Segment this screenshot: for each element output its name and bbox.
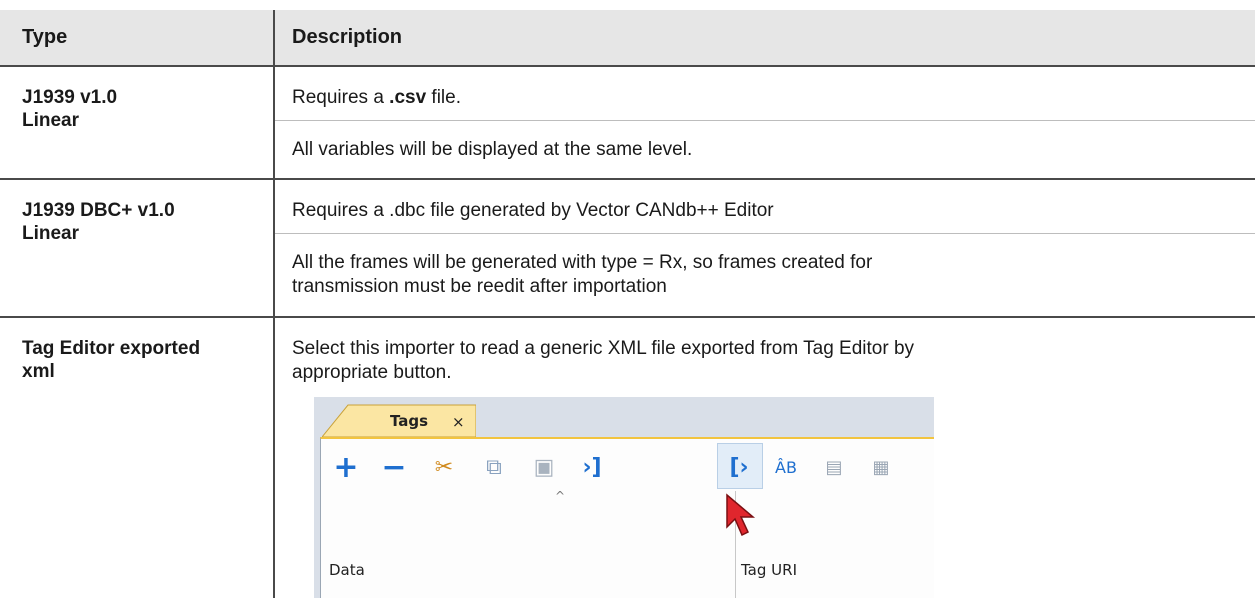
table-row-description: Requires a .dbc file generated by Vector… — [292, 200, 774, 221]
cut-icon[interactable]: ✂ — [429, 453, 459, 483]
header-type: Type — [22, 26, 68, 48]
table-row-description: All the frames will be generated with ty… — [292, 252, 873, 297]
header-description: Description — [292, 26, 403, 48]
table-row-description: Requires a .csv file. — [292, 86, 932, 110]
desc-text: file. — [426, 87, 462, 108]
cell-separator — [275, 233, 1255, 234]
copy-icon[interactable]: ⧉ — [479, 453, 509, 483]
tag-editor-screenshot: Tags × + − ✂ ⧉ ▣ ›] [› ÂB ▤ ▦ ^ Data Tag… — [314, 397, 934, 598]
export-icon[interactable]: [› — [724, 453, 754, 483]
row-divider — [0, 316, 1255, 318]
table-row-type: J1939 DBC+ v1.0 Linear — [22, 199, 175, 245]
type-line: Linear — [22, 223, 80, 244]
table-header: Type Description — [0, 10, 1255, 65]
type-line: J1939 DBC+ v1.0 — [22, 200, 175, 221]
desc-bold: .csv — [389, 87, 427, 108]
rename-icon[interactable]: ÂB — [771, 453, 801, 483]
tab-tags[interactable]: Tags × — [322, 403, 476, 437]
type-line: J1939 v1.0 — [22, 87, 118, 108]
tag-editor-panel: + − ✂ ⧉ ▣ ›] [› ÂB ▤ ▦ ^ Data Tag URI — [320, 437, 934, 598]
minus-icon[interactable]: − — [379, 453, 409, 483]
desc-text: Requires a — [292, 87, 390, 108]
row-divider — [0, 65, 1255, 67]
close-icon[interactable]: × — [452, 413, 465, 431]
column-header-data[interactable]: Data — [329, 561, 365, 579]
table-row-description: All variables will be displayed at the s… — [292, 139, 693, 160]
column-divider — [273, 10, 275, 598]
import-icon[interactable]: ›] — [577, 453, 607, 483]
cell-separator — [275, 120, 1255, 121]
sort-indicator-icon: ^ — [555, 489, 566, 503]
mouse-cursor-icon — [726, 493, 756, 537]
type-line: Linear — [22, 110, 80, 131]
table-row-description: Select this importer to read a generic X… — [292, 338, 915, 383]
type-line: xml — [22, 361, 55, 382]
row-divider — [0, 178, 1255, 180]
column-header-tag-uri[interactable]: Tag URI — [741, 561, 797, 579]
importer-table: Type Description J1939 v1.0 Linear Requi… — [0, 0, 1255, 598]
paste-icon[interactable]: ▣ — [529, 453, 559, 483]
table-row-type: J1939 v1.0 Linear — [22, 86, 117, 132]
tab-label: Tags — [390, 412, 429, 430]
type-line: Tag Editor exported — [22, 338, 201, 359]
dictionary-icon[interactable]: ▦ — [866, 453, 896, 483]
filter-icon[interactable]: ▤ — [819, 453, 849, 483]
plus-icon[interactable]: + — [331, 453, 361, 483]
table-row-type: Tag Editor exported xml — [22, 337, 200, 383]
